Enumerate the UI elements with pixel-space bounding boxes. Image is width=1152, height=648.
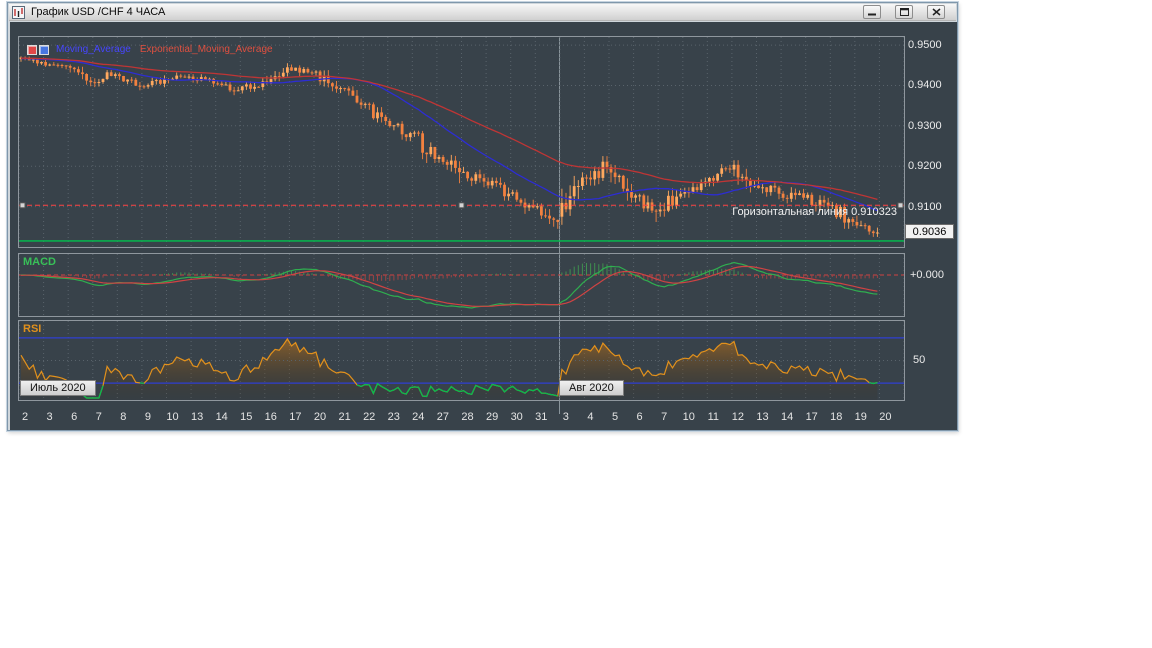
x-axis-label: 9 — [144, 411, 151, 423]
price-tick: 0.9400 — [908, 79, 942, 91]
x-axis-label: 29 — [485, 411, 499, 423]
app-icon — [12, 5, 25, 19]
close-icon — [932, 8, 940, 16]
window-controls — [863, 5, 953, 19]
month-box-august[interactable]: Авг 2020 — [559, 380, 624, 396]
legend-chip-blue[interactable] — [39, 45, 49, 55]
x-axis-label: 19 — [854, 411, 867, 423]
desktop-background: График USD /CHF 4 ЧАСА Moving_Average Ex… — [0, 0, 1152, 648]
rsi-label: RSI — [23, 323, 42, 335]
x-axis-label: 10 — [166, 411, 179, 423]
price-panel[interactable]: Moving_Average Exponential_Moving_Averag… — [18, 36, 905, 248]
x-axis-label: 15 — [240, 411, 253, 423]
price-tick: 0.9100 — [908, 201, 942, 213]
x-axis-label: 13 — [756, 411, 769, 423]
x-axis-label: 20 — [879, 411, 892, 423]
ma-legend-label: Moving_Average — [56, 44, 131, 55]
x-axis-label: 16 — [264, 411, 277, 423]
minimize-icon — [868, 13, 876, 15]
x-axis-label: 28 — [461, 411, 474, 423]
x-axis-label: 31 — [535, 411, 548, 423]
maximize-icon — [899, 8, 909, 16]
month-box-july[interactable]: Июль 2020 — [20, 380, 96, 396]
macd-panel[interactable]: MACD — [18, 253, 905, 317]
x-axis-label: 21 — [338, 411, 351, 423]
x-axis-label: 3 — [46, 411, 53, 423]
macd-zero-label: +0.000 — [910, 269, 944, 281]
minimize-button[interactable] — [863, 5, 881, 19]
x-axis-label: 10 — [682, 411, 695, 423]
maximize-button[interactable] — [895, 5, 913, 19]
x-axis-label: 17 — [805, 411, 818, 423]
rsi-mid-label: 50 — [913, 354, 926, 366]
window-titlebar[interactable]: График USD /CHF 4 ЧАСА — [9, 4, 956, 21]
x-axis-label: 30 — [510, 411, 523, 423]
x-axis-label: 5 — [611, 411, 619, 423]
x-axis-label: 22 — [363, 411, 376, 423]
rsi-panel[interactable]: RSI — [18, 320, 905, 401]
x-axis-label: 6 — [636, 411, 643, 423]
hline-tooltip: Горизонтальная линия 0.910323 — [732, 206, 897, 218]
rsi-chart[interactable] — [19, 321, 904, 400]
window-title: График USD /CHF 4 ЧАСА — [31, 6, 166, 18]
x-axis-label: 27 — [436, 411, 450, 423]
price-tick: 0.9500 — [908, 39, 942, 51]
x-axis-label: 18 — [830, 411, 843, 423]
x-axis-label: 4 — [587, 411, 594, 423]
price-tick: 0.9300 — [908, 120, 942, 132]
chart-window: График USD /CHF 4 ЧАСА Moving_Average Ex… — [7, 2, 958, 431]
macd-label: MACD — [23, 256, 56, 268]
x-axis-label: 7 — [661, 411, 668, 423]
close-button[interactable] — [927, 5, 945, 19]
x-axis-label: 23 — [387, 411, 400, 423]
ema-legend-label: Exponential_Moving_Average — [139, 44, 273, 55]
legend-chip-red[interactable] — [27, 45, 37, 55]
last-price-tag: 0.9036 — [905, 224, 954, 239]
x-axis-label: 24 — [412, 411, 425, 423]
x-axis-label: 14 — [215, 411, 228, 423]
x-axis-label: 12 — [731, 411, 745, 423]
x-axis-label: 11 — [707, 411, 720, 423]
x-axis-label: 2 — [21, 411, 29, 423]
macd-chart[interactable] — [19, 254, 904, 316]
indicator-legend: Moving_Average Exponential_Moving_Averag… — [27, 44, 273, 56]
x-axis-label: 6 — [71, 411, 78, 423]
x-axis-label: 17 — [289, 411, 302, 423]
chart-area: Moving_Average Exponential_Moving_Averag… — [10, 22, 957, 430]
x-axis-label: 8 — [120, 411, 127, 423]
x-axis-label: 7 — [95, 411, 102, 423]
x-axis-label: 13 — [190, 411, 204, 423]
price-tick: 0.9200 — [908, 160, 942, 172]
time-axis: 2 3 6 7 8 9 10 13 14 15 16 17 20 21 22 23 24 27 28 29 30 31 3 4… — [18, 411, 905, 427]
x-axis-label: 14 — [780, 411, 794, 423]
x-axis-label: 20 — [313, 411, 327, 423]
x-axis-label: 3 — [562, 411, 569, 423]
